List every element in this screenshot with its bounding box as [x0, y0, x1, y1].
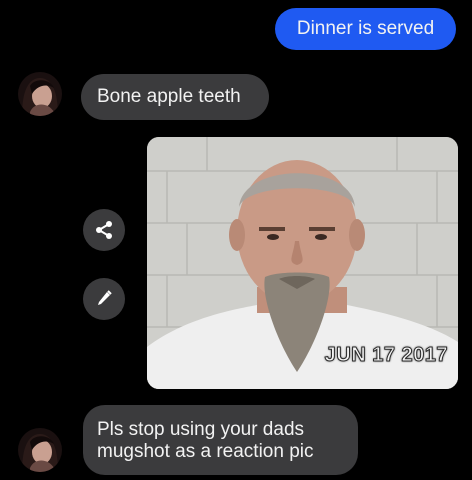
share-icon	[96, 221, 112, 239]
incoming-message-text: Bone apple teeth	[97, 86, 241, 107]
avatar-image	[18, 428, 62, 472]
incoming-message-bubble[interactable]: Bone apple teeth	[81, 74, 269, 120]
incoming-message-text-line-2: mugshot as a reaction pic	[97, 441, 314, 462]
outgoing-message-bubble[interactable]: Dinner is served	[275, 8, 456, 50]
photo-date-stamp: JUN 17 2017	[324, 344, 448, 367]
outgoing-message-text: Dinner is served	[296, 18, 435, 39]
edit-button[interactable]	[83, 278, 125, 320]
contact-avatar[interactable]	[18, 428, 62, 472]
incoming-message-bubble[interactable]: Pls stop using your dads mugshot as a re…	[83, 405, 358, 475]
avatar-image	[18, 72, 62, 116]
incoming-message-text-line-1: Pls stop using your dads	[97, 419, 305, 440]
shared-photo[interactable]: JUN 17 2017	[147, 137, 458, 389]
contact-avatar[interactable]	[18, 72, 62, 116]
share-button[interactable]	[83, 209, 125, 251]
pencil-icon	[98, 290, 112, 305]
